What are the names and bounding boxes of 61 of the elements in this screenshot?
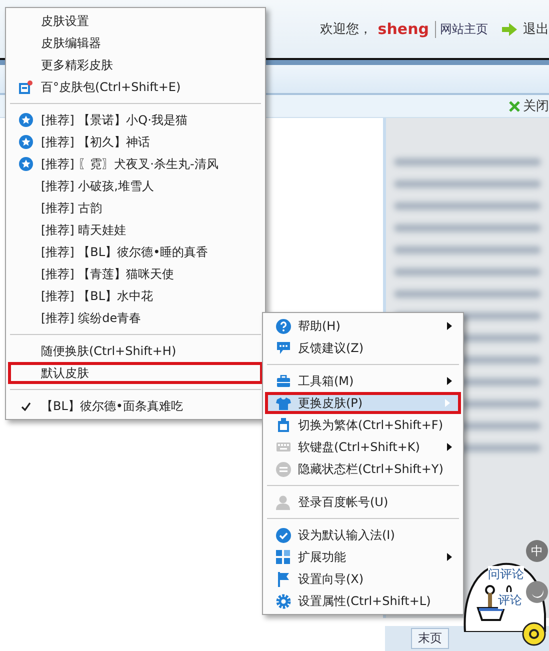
menu-item[interactable]: 设为默认输入法(I) (294, 526, 395, 544)
submenu-arrow-icon (445, 399, 450, 407)
comment-link[interactable]: 评论 (498, 592, 522, 609)
star-icon (19, 113, 33, 127)
menu-item[interactable]: [推荐] 晴天娃娃 (37, 222, 126, 238)
menu-item[interactable]: 帮助(H) (294, 318, 340, 334)
menu-item[interactable]: [推荐] 【初久】神话 (37, 134, 150, 150)
toolbox-icon (276, 374, 290, 388)
menu-item[interactable]: 反馈建议(Z) (294, 340, 364, 356)
star-icon (19, 157, 33, 171)
submenu-arrow-icon (447, 322, 452, 330)
menu-item[interactable]: 默认皮肤 (37, 364, 89, 382)
package-icon (19, 80, 33, 94)
menu-item[interactable]: 设置向导(X) (294, 570, 364, 588)
menu-item[interactable]: [推荐] 【青莲】猫咪天使 (37, 266, 174, 282)
welcome-text: 欢迎您， (320, 21, 372, 38)
menu-item[interactable]: 皮肤设置 (37, 12, 89, 30)
menu-item[interactable]: 软键盘(Ctrl+Shift+K) (294, 438, 420, 456)
menu-item[interactable]: [推荐] 〖霓〗犬夜叉·杀生丸-清风 (37, 156, 218, 172)
check-circle-icon (276, 528, 290, 542)
menu-item[interactable]: 切换为繁体(Ctrl+Shift+F) (294, 416, 444, 434)
menu-item[interactable]: 百°皮肤包(Ctrl+Shift+E) (37, 78, 181, 96)
flag-icon (276, 572, 290, 586)
menu-item[interactable]: [推荐] 【BL】彼尔德•睡的真香 (37, 244, 208, 260)
comment-link[interactable]: 问评论 (488, 566, 524, 583)
menu-item[interactable]: 工具箱(M) (294, 372, 354, 390)
menu-item[interactable]: [推荐] 小破孩,堆雪人 (37, 178, 154, 194)
menu-item[interactable]: [推荐] 【景诺】小Q·我是猫 (37, 112, 188, 128)
submenu-arrow-icon (447, 377, 452, 385)
username: sheng (378, 20, 429, 38)
menu-item[interactable]: 登录百度帐号(U) (294, 494, 388, 510)
keyboard-icon (276, 442, 290, 452)
submenu-arrow-icon (447, 553, 452, 561)
menu-item[interactable]: 扩展功能 (294, 548, 346, 566)
help-icon (276, 318, 290, 334)
exit-arrow-icon (502, 22, 517, 36)
check-icon (21, 402, 31, 410)
document-icon (276, 418, 290, 432)
chat-bubble-icon (276, 341, 290, 355)
menu-item[interactable]: [推荐] 缤纷de青春 (37, 310, 142, 326)
last-page-button[interactable]: 末页 (411, 628, 449, 649)
menu-item[interactable]: 更多精彩皮肤 (37, 56, 113, 74)
close-link[interactable]: 关闭 (523, 97, 549, 115)
star-icon (19, 135, 33, 149)
submenu-arrow-icon (447, 443, 452, 451)
shirt-icon (276, 396, 290, 410)
settings-icon (276, 594, 290, 608)
menu-item[interactable]: [推荐] 【BL】水中花 (37, 288, 154, 304)
menu-item[interactable]: 皮肤编辑器 (37, 34, 101, 52)
menu-item[interactable]: 【BL】彼尔德•面条真难吃 (37, 398, 183, 414)
grid-icon (276, 550, 290, 564)
menu-item[interactable]: 隐藏状态栏(Ctrl+Shift+Y) (294, 460, 444, 478)
moon-icon[interactable] (526, 581, 548, 603)
home-link[interactable]: 网站主页 (435, 20, 488, 38)
menu-item[interactable]: 随便换肤(Ctrl+Shift+H) (37, 342, 176, 360)
hide-icon (276, 462, 290, 476)
menu-item[interactable]: [推荐] 古韵 (37, 200, 102, 216)
close-icon (509, 100, 520, 112)
logout-link[interactable]: 退出 (523, 20, 549, 38)
user-icon (276, 494, 290, 510)
menu-item[interactable]: 设置属性(Ctrl+Shift+L) (294, 592, 431, 610)
